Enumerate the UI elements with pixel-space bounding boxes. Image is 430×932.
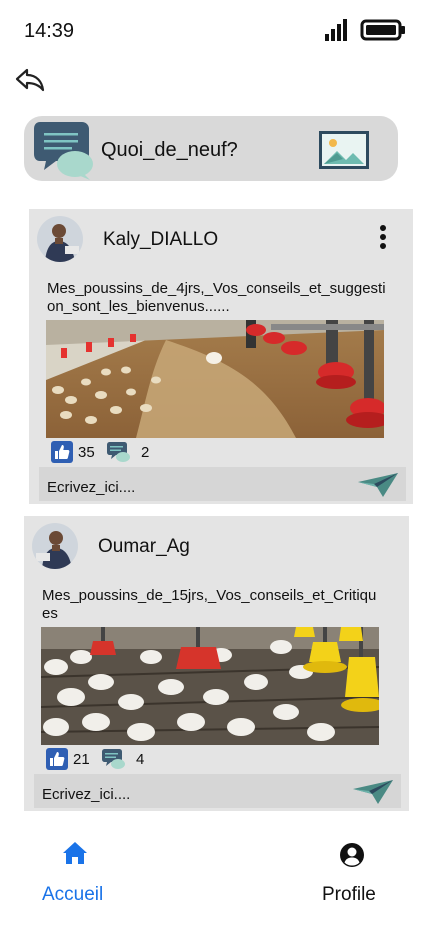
comment-count: 2 [141,444,150,461]
post-card: Kaly_DIALLO Mes_poussins_de_4jrs,_Vos_co… [29,209,413,504]
like-icon[interactable] [51,441,73,463]
status-time: 14:39 [24,20,75,42]
post-author[interactable]: Oumar_Ag [98,536,190,558]
more-dot [380,234,386,240]
like-count: 21 [73,751,90,768]
more-options-button[interactable] [373,223,393,255]
avatar[interactable] [32,523,78,569]
post-text: Mes_poussins_de_4jrs,_Vos_conseils_et_su… [47,280,386,315]
post-reactions: 21 4 [46,748,246,770]
home-icon [63,842,87,864]
chat-bubbles-icon [34,122,93,180]
post-image [46,320,384,438]
user-circle-icon [340,843,364,867]
post-author[interactable]: Kaly_DIALLO [103,229,218,251]
nav-profile[interactable]: Profile [320,840,390,905]
more-dot [380,225,386,231]
post-card: Oumar_Ag Mes_poussins_de_15jrs,_Vos_cons… [24,516,409,811]
post-text: Mes_poussins_de_15jrs,_Vos_conseils_et_C… [42,587,377,622]
post-image [41,627,379,745]
comment-count: 4 [136,751,145,768]
image-icon[interactable] [319,131,369,169]
avatar-photo [32,523,78,569]
comment-placeholder: Ecrivez_ici.... [42,786,131,803]
avatar[interactable] [37,216,83,262]
signal-icon [325,19,347,41]
nav-home[interactable]: Accueil [40,840,112,905]
comment-input[interactable]: Ecrivez_ici.... [34,774,401,808]
chicks-photo [46,320,384,438]
avatar-photo [37,216,83,262]
status-bar: 14:39 [0,0,430,60]
post-composer[interactable]: Quoi_de_neuf? [24,116,398,181]
comment-input[interactable]: Ecrivez_ici.... [39,467,406,501]
composer-placeholder: Quoi_de_neuf? [101,139,238,161]
more-dot [380,243,386,249]
comment-icon[interactable] [107,441,131,463]
comment-placeholder: Ecrivez_ici.... [47,479,136,496]
back-arrow-icon[interactable] [14,64,46,94]
send-icon[interactable] [357,472,399,498]
post-reactions: 35 2 [51,441,251,463]
like-icon[interactable] [46,748,68,770]
chickens-photo [41,627,379,745]
like-count: 35 [78,444,95,461]
nav-home-label: Accueil [42,884,104,905]
send-icon[interactable] [352,779,394,805]
bottom-nav: Accueil Profile [0,830,430,932]
nav-profile-label: Profile [322,884,376,905]
comment-icon[interactable] [102,748,126,770]
battery-icon [360,19,405,41]
